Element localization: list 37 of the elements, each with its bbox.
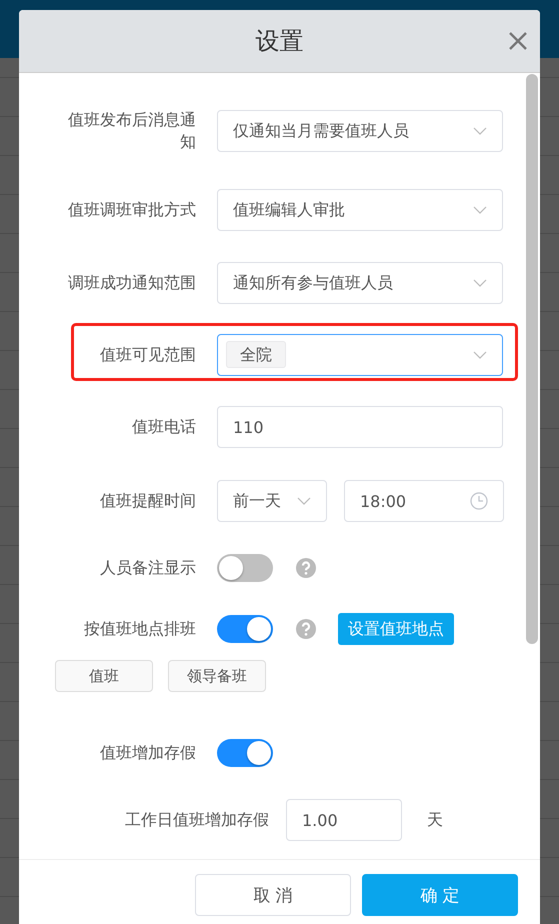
caret-icon — [473, 127, 487, 135]
field-label: 值班可见范围 — [100, 344, 196, 366]
phone-field[interactable]: 110 — [217, 406, 503, 448]
close-icon[interactable] — [508, 31, 528, 51]
caret-icon — [473, 351, 487, 359]
help-icon[interactable] — [296, 619, 316, 639]
place-button[interactable]: 领导备班 — [168, 660, 266, 692]
field-label: 值班发布后消息通知 — [67, 109, 196, 153]
number-field[interactable]: 1.00 — [286, 799, 402, 841]
select-field[interactable]: 通知所有参与值班人员 — [217, 262, 503, 304]
help-icon[interactable] — [296, 558, 316, 578]
select-field[interactable]: 全院 — [217, 334, 503, 376]
caret-icon — [473, 279, 487, 287]
caret-icon — [297, 497, 311, 505]
toggle-switch[interactable] — [217, 615, 273, 643]
field-label: 工作日值班增加存假 — [125, 809, 269, 831]
time-field[interactable]: 18:00 — [344, 480, 504, 522]
unit-label: 天 — [427, 810, 443, 830]
scrollbar-thumb[interactable] — [526, 74, 538, 644]
cancel-button[interactable]: 取 消 — [195, 874, 351, 916]
toggle-switch[interactable] — [217, 739, 273, 767]
toggle-switch[interactable] — [217, 554, 273, 582]
tag: 全院 — [226, 340, 286, 368]
place-button[interactable]: 值班 — [55, 660, 153, 692]
field-label: 调班成功通知范围 — [68, 272, 196, 294]
field-label: 人员备注显示 — [100, 557, 196, 579]
field-label: 值班调班审批方式 — [68, 199, 196, 221]
day-select[interactable]: 前一天 — [217, 480, 327, 522]
field-label: 值班电话 — [132, 416, 196, 438]
field-label: 值班增加存假 — [100, 742, 196, 764]
field-label: 值班提醒时间 — [100, 490, 196, 512]
select-field[interactable]: 仅通知当月需要值班人员 — [217, 110, 503, 152]
clock-icon — [470, 492, 488, 510]
select-field[interactable]: 值班编辑人审批 — [217, 189, 503, 231]
field-label: 按值班地点排班 — [84, 618, 196, 640]
caret-icon — [473, 206, 487, 214]
dialog-title: 设置 — [256, 26, 304, 57]
